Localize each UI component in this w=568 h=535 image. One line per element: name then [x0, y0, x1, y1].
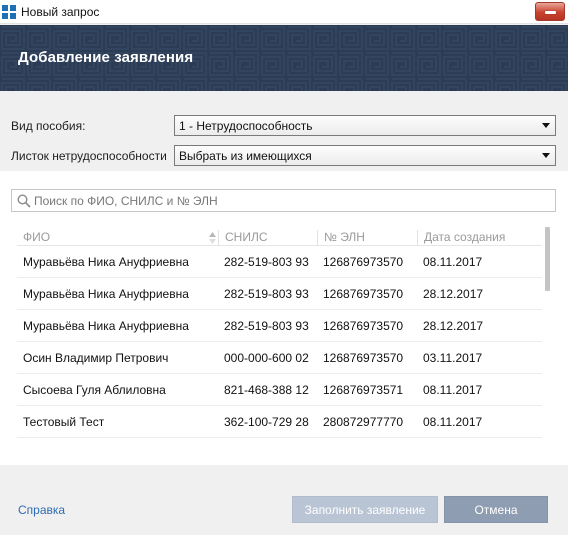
- table-row[interactable]: Сысоева Гуля Аблиловна 821-468-388 12 12…: [17, 374, 542, 406]
- sick-leave-label: Листок нетрудоспособности: [11, 149, 167, 163]
- cell-snils: 821-468-388 12: [224, 383, 309, 397]
- cell-eln: 280872977770: [323, 415, 404, 429]
- cell-fio: Сысоева Гуля Аблиловна: [23, 383, 166, 397]
- sort-asc-icon: [209, 232, 216, 244]
- benefit-type-select[interactable]: 1 - Нетрудоспособность: [174, 115, 556, 136]
- window-title: Новый запрос: [21, 5, 100, 19]
- cell-fio: Муравьёва Ника Ануфриевна: [23, 287, 189, 301]
- scrollbar-thumb[interactable]: [545, 227, 550, 291]
- cell-fio: Тестовый Тест: [23, 415, 105, 429]
- table-body: Муравьёва Ника Ануфриевна 282-519-803 93…: [17, 246, 542, 438]
- cell-eln: 126876973571: [323, 383, 404, 397]
- cell-snils: 282-519-803 93: [224, 287, 309, 301]
- sick-leave-value: Выбрать из имеющихся: [179, 149, 312, 163]
- sick-leave-select[interactable]: Выбрать из имеющихся: [174, 145, 556, 166]
- cell-fio: Муравьёва Ника Ануфриевна: [23, 319, 189, 333]
- search-box[interactable]: [11, 189, 556, 212]
- app-grid-icon: [2, 5, 16, 19]
- table-row[interactable]: Тестовый Тест 362-100-729 28 28087297777…: [17, 406, 542, 438]
- help-link[interactable]: Справка: [18, 503, 65, 517]
- table-row[interactable]: Муравьёва Ника Ануфриевна 282-519-803 93…: [17, 246, 542, 278]
- search-input[interactable]: [34, 192, 544, 209]
- close-icon: [545, 11, 556, 14]
- column-header-label: ФИО: [23, 230, 51, 244]
- cell-snils: 362-100-729 28: [224, 415, 309, 429]
- cancel-button[interactable]: Отмена: [444, 496, 548, 523]
- form-section: Вид пособия: 1 - Нетрудоспособность Лист…: [0, 91, 568, 171]
- chevron-down-icon: [542, 153, 550, 158]
- column-header-date[interactable]: Дата создания: [417, 230, 542, 246]
- close-button[interactable]: [535, 2, 565, 21]
- column-header-label: Дата создания: [424, 230, 506, 244]
- column-header-label: № ЭЛН: [324, 230, 365, 244]
- table-row[interactable]: Муравьёва Ника Ануфриевна 282-519-803 93…: [17, 310, 542, 342]
- cell-eln: 126876973570: [323, 255, 404, 269]
- table-row[interactable]: Муравьёва Ника Ануфриевна 282-519-803 93…: [17, 278, 542, 310]
- benefit-type-value: 1 - Нетрудоспособность: [179, 119, 313, 133]
- cell-date: 08.11.2017: [423, 255, 483, 269]
- cell-eln: 126876973570: [323, 287, 404, 301]
- column-header-eln[interactable]: № ЭЛН: [317, 230, 418, 246]
- benefit-type-label: Вид пособия:: [11, 119, 86, 133]
- cell-fio: Осин Владимир Петрович: [23, 351, 169, 365]
- dialog-title: Добавление заявления: [18, 49, 194, 66]
- cell-fio: Муравьёва Ника Ануфриевна: [23, 255, 189, 269]
- search-icon: [17, 194, 31, 208]
- cell-date: 08.11.2017: [423, 383, 483, 397]
- dialog-footer: Справка Заполнить заявление Отмена: [0, 465, 568, 535]
- table-scrollbar[interactable]: [543, 227, 551, 457]
- cell-eln: 126876973570: [323, 319, 404, 333]
- cell-snils: 000-000-600 02: [224, 351, 309, 365]
- column-header-label: СНИЛС: [225, 230, 268, 244]
- cell-date: 28.12.2017: [423, 319, 484, 333]
- table-header: ФИО СНИЛС № ЭЛН Дата создания: [17, 227, 542, 246]
- window-titlebar: Новый запрос: [0, 0, 568, 24]
- column-header-snils[interactable]: СНИЛС: [218, 230, 319, 246]
- column-header-fio[interactable]: ФИО: [17, 230, 219, 246]
- cell-eln: 126876973570: [323, 351, 404, 365]
- cell-date: 03.11.2017: [423, 351, 483, 365]
- fill-application-button[interactable]: Заполнить заявление: [292, 496, 438, 523]
- records-panel: ФИО СНИЛС № ЭЛН Дата создания Муравьёва …: [0, 171, 568, 465]
- chevron-down-icon: [542, 123, 550, 128]
- cell-snils: 282-519-803 93: [224, 255, 309, 269]
- table-row[interactable]: Осин Владимир Петрович 000-000-600 02 12…: [17, 342, 542, 374]
- cell-snils: 282-519-803 93: [224, 319, 309, 333]
- cell-date: 28.12.2017: [423, 287, 484, 301]
- dialog-header: Добавление заявления: [0, 25, 568, 91]
- cell-date: 08.11.2017: [423, 415, 483, 429]
- records-table: ФИО СНИЛС № ЭЛН Дата создания Муравьёва …: [17, 227, 542, 438]
